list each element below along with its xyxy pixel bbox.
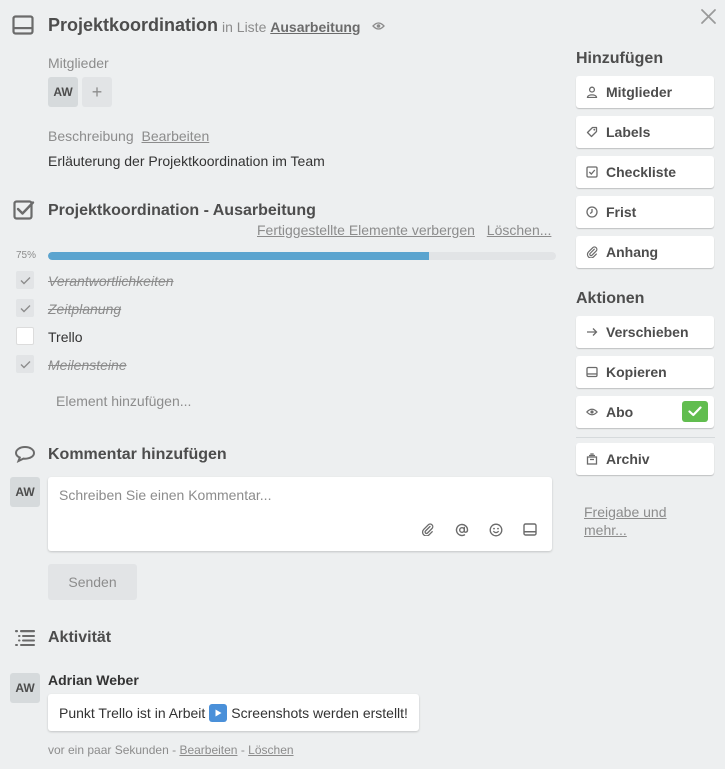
eye-icon bbox=[586, 406, 598, 418]
description-label: Beschreibung bbox=[48, 128, 134, 144]
add-checklist-item-button[interactable]: Element hinzufügen... bbox=[56, 393, 191, 409]
archive-icon bbox=[586, 453, 598, 465]
play-button-emoji bbox=[209, 703, 228, 722]
comment-box bbox=[48, 477, 552, 551]
card-icon bbox=[12, 15, 34, 35]
avatar[interactable]: AW bbox=[10, 673, 40, 703]
person-icon bbox=[586, 86, 598, 98]
paperclip-icon[interactable] bbox=[421, 523, 434, 536]
progress-bar-fill bbox=[48, 252, 429, 260]
checklist-item-checkbox[interactable] bbox=[16, 327, 34, 345]
sidebar-button-label: Frist bbox=[606, 204, 637, 220]
progress-bar bbox=[48, 252, 556, 260]
description-text[interactable]: Erläuterung der Projektkoordination im T… bbox=[48, 153, 325, 169]
sidebar-button-label: Archiv bbox=[606, 451, 650, 467]
separator: - bbox=[240, 743, 245, 757]
description-header: Beschreibung Bearbeiten bbox=[48, 128, 209, 144]
activity-text-before: Punkt Trello ist in Arbeit bbox=[59, 704, 206, 721]
activity-icon bbox=[14, 628, 36, 646]
checklist-actions: Fertiggestellte Elemente verbergen Lösch… bbox=[257, 222, 559, 238]
edit-description-link[interactable]: Bearbeiten bbox=[142, 128, 210, 144]
sidebar-button-label: Checkliste bbox=[606, 164, 677, 180]
divider bbox=[576, 437, 715, 438]
add-heading: Hinzufügen bbox=[576, 50, 664, 67]
checklist-icon bbox=[13, 199, 35, 221]
close-icon[interactable] bbox=[700, 8, 717, 25]
separator: - bbox=[172, 743, 177, 757]
frist-button[interactable]: Frist bbox=[576, 196, 714, 228]
sidebar-button-label: Mitglieder bbox=[606, 84, 673, 100]
labels-button[interactable]: Labels bbox=[576, 116, 714, 148]
check-icon bbox=[20, 304, 30, 312]
delete-comment-link[interactable]: Löschen bbox=[248, 743, 293, 757]
checkliste-button[interactable]: Checkliste bbox=[576, 156, 714, 188]
avatar[interactable]: AW bbox=[48, 77, 78, 107]
avatar: AW bbox=[10, 477, 40, 507]
checklist-item-checkbox[interactable] bbox=[16, 355, 34, 373]
send-button[interactable]: Senden bbox=[48, 564, 137, 600]
card-title[interactable]: Projektkoordination bbox=[48, 15, 218, 36]
comment-icon bbox=[14, 445, 36, 463]
activity-heading: Aktivität bbox=[48, 629, 112, 646]
checklist-item-text[interactable]: Trello bbox=[48, 329, 83, 345]
hide-completed-link[interactable]: Fertiggestellte Elemente verbergen bbox=[257, 222, 475, 238]
eye-icon bbox=[372, 21, 385, 31]
actions-heading: Aktionen bbox=[576, 290, 645, 307]
checklist-item-text[interactable]: Meilensteine bbox=[48, 357, 127, 373]
delete-checklist-link[interactable]: Löschen... bbox=[487, 222, 552, 238]
comment-input[interactable] bbox=[59, 487, 529, 503]
mitglieder-button[interactable]: Mitglieder bbox=[576, 76, 714, 108]
activity-comment: Punkt Trello ist in Arbeit Screenshots w… bbox=[48, 694, 419, 731]
activity-time[interactable]: vor ein paar Sekunden bbox=[48, 743, 169, 757]
checklist-item-text[interactable]: Zeitplanung bbox=[48, 301, 121, 317]
sidebar-button-label: Abo bbox=[606, 404, 634, 420]
sidebar-button-label: Verschieben bbox=[606, 324, 689, 340]
add-member-button[interactable]: + bbox=[82, 77, 112, 107]
check-icon bbox=[20, 276, 30, 284]
archiv-button[interactable]: Archiv bbox=[576, 443, 714, 475]
progress-percent: 75% bbox=[16, 250, 37, 261]
clock-icon bbox=[586, 206, 598, 218]
card-icon[interactable] bbox=[523, 523, 537, 536]
sidebar-button-label: Labels bbox=[606, 124, 651, 140]
mention-icon[interactable] bbox=[455, 523, 469, 537]
card-icon bbox=[586, 366, 598, 378]
verschieben-button[interactable]: Verschieben bbox=[576, 316, 714, 348]
arrow-right-icon bbox=[586, 326, 598, 338]
checklist-item-checkbox[interactable] bbox=[16, 299, 34, 317]
activity-text-after: Screenshots werden erstellt! bbox=[231, 704, 408, 721]
paperclip-icon bbox=[586, 246, 598, 258]
checklist-item-checkbox[interactable] bbox=[16, 271, 34, 289]
in-list-prefix: in Liste bbox=[222, 19, 267, 35]
members-label: Mitglieder bbox=[48, 55, 109, 71]
comment-heading: Kommentar hinzufügen bbox=[48, 446, 227, 463]
share-and-more-link[interactable]: Freigabe und mehr... bbox=[584, 503, 704, 539]
edit-comment-link[interactable]: Bearbeiten bbox=[179, 743, 237, 757]
abo-button[interactable]: Abo bbox=[576, 396, 714, 428]
label-icon bbox=[586, 126, 598, 138]
kopieren-button[interactable]: Kopieren bbox=[576, 356, 714, 388]
card-list-info: in Liste Ausarbeitung bbox=[222, 19, 360, 35]
list-name-link[interactable]: Ausarbeitung bbox=[270, 19, 360, 35]
check-icon bbox=[20, 360, 30, 368]
checklist-title[interactable]: Projektkoordination - Ausarbeitung bbox=[48, 202, 316, 220]
emoji-icon[interactable] bbox=[489, 523, 503, 537]
activity-author[interactable]: Adrian Weber bbox=[48, 672, 139, 688]
activity-meta: vor ein paar Sekunden - Bearbeiten - Lös… bbox=[48, 743, 294, 757]
checklist-item-text[interactable]: Verantwortlichkeiten bbox=[48, 273, 174, 289]
checklist-icon bbox=[586, 166, 598, 178]
anhang-button[interactable]: Anhang bbox=[576, 236, 714, 268]
check-icon bbox=[682, 401, 708, 422]
sidebar-button-label: Kopieren bbox=[606, 364, 667, 380]
sidebar-button-label: Anhang bbox=[606, 244, 659, 260]
